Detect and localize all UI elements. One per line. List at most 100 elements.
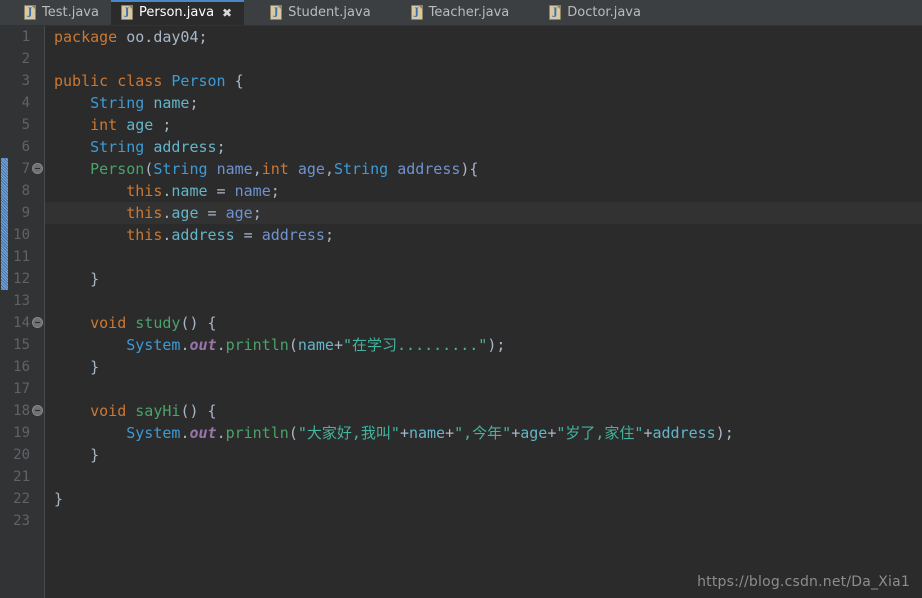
code-token: ; [153,116,172,134]
line-number: 4 [21,95,30,111]
line-number: 10 [13,227,30,243]
code-line[interactable]: this.name = name; [54,180,280,202]
java-file-icon: J [24,5,36,20]
code-token: Person [171,72,226,90]
java-file-icon: J [120,5,133,20]
line-number: 1 [21,29,30,45]
code-token: ( [288,336,298,354]
code-line[interactable]: } [54,444,99,466]
code-token: name [171,182,208,200]
vcs-changed-lines-marker[interactable] [1,158,8,290]
code-fold-toggle-icon[interactable] [32,405,43,416]
code-line[interactable]: System.out.println("大家好,我叫"+name+",今年"+a… [54,422,734,444]
code-token: "大家好,我叫" [297,424,400,442]
editor-tab-test-java[interactable]: J Test.java [14,0,111,25]
code-token: . [216,336,226,354]
watermark-url: https://blog.csdn.net/Da_Xia1 [697,574,910,590]
code-token: ; [189,94,199,112]
code-token: address [652,424,716,442]
code-line[interactable]: String name; [54,92,199,114]
code-token: = [198,204,226,222]
code-token: age [520,424,548,442]
code-canvas[interactable]: package oo.day04; public class Person { S… [45,26,922,598]
code-token: address [397,160,461,178]
code-line[interactable]: System.out.println(name+"在学习........."); [54,334,505,356]
editor-tab-label: Person.java [138,5,215,20]
code-token: address [153,138,217,156]
code-token: study [135,314,181,332]
code-token: name [297,336,334,354]
code-line[interactable]: void study() { [54,312,216,334]
code-editor[interactable]: 1 2 3 4 5 6 7 8 9 10 11 12 13 14 15 16 17 18 19 20 21 22 23 pa… [0,26,922,598]
line-number: 20 [13,447,30,463]
line-number: 18 [13,403,30,419]
code-line[interactable]: Person(String name,int age,String addres… [54,158,478,180]
close-icon[interactable]: ✖ [222,7,232,19]
line-number: 19 [13,425,30,441]
line-number: 7 [21,161,30,177]
editor-tab-teacher-java[interactable]: J Teacher.java [400,0,522,25]
editor-tab-student-java[interactable]: J Student.java [260,0,383,25]
code-token: } [54,446,100,464]
code-fold-toggle-icon[interactable] [32,163,43,174]
line-number: 9 [21,205,30,221]
code-token: ; [252,204,262,222]
code-token: () { [180,402,217,420]
line-number: 22 [13,491,30,507]
code-token: age [126,116,154,134]
code-token: name [216,160,253,178]
code-token: ); [715,424,734,442]
code-token: ); [487,336,506,354]
code-line[interactable]: public class Person { [54,70,244,92]
editor-tab-doctor-java[interactable]: J Doctor.java [539,0,653,25]
code-token: int [90,116,118,134]
java-file-icon: J [549,5,562,20]
code-token: Person [90,160,145,178]
line-number: 11 [13,249,30,265]
code-token: System [126,336,181,354]
line-number: 6 [21,139,30,155]
code-line[interactable]: this.address = address; [54,224,334,246]
code-token: } [54,270,100,288]
editor-tab-label: Student.java [288,5,371,20]
code-line[interactable]: package oo.day04; [54,26,208,48]
code-line[interactable]: int age ; [54,114,171,136]
code-line[interactable]: void sayHi() { [54,400,217,422]
java-file-icon: J [270,5,283,20]
code-token: "在学习........." [343,336,488,354]
code-token: void [90,402,127,420]
code-token: public class [54,72,172,90]
code-token: age [171,204,199,222]
line-number-gutter[interactable]: 1 2 3 4 5 6 7 8 9 10 11 12 13 14 15 16 17 18 19 20 21 22 23 [9,26,45,598]
code-token: String [90,94,145,112]
code-token: oo.day04; [117,28,208,46]
code-line[interactable]: String address; [54,136,225,158]
code-token: address [171,226,235,244]
code-token: ( [288,424,298,442]
code-fold-toggle-icon[interactable] [32,317,43,328]
code-token: ",今年" [454,424,512,442]
code-line[interactable]: this.age = age; [54,202,262,224]
code-token: String [153,160,208,178]
code-token: this [126,182,163,200]
line-number: 14 [13,315,30,331]
code-token: + [643,424,653,442]
code-line[interactable]: } [54,268,99,290]
line-number: 5 [21,117,30,133]
code-token: package [54,28,118,46]
code-token: this [126,204,163,222]
line-number: 23 [13,513,30,529]
code-line[interactable]: } [54,488,63,510]
code-token: ; [270,182,280,200]
code-line[interactable]: } [54,356,99,378]
editor-tab-person-java[interactable]: J Person.java ✖ [110,0,245,25]
